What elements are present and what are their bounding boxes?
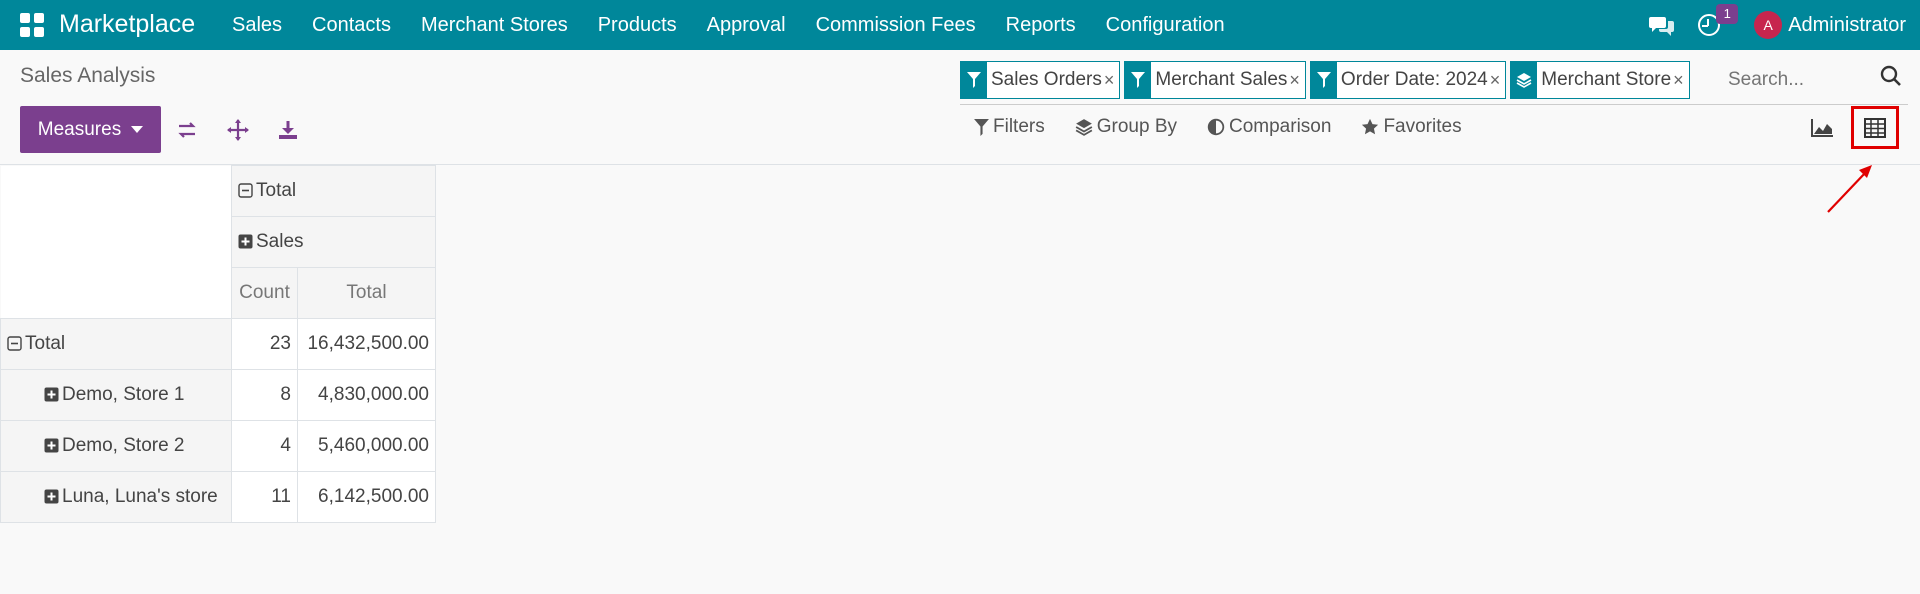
pivot-table: Total Sales Count Total Total 23 16,432,… <box>0 165 436 523</box>
search-icon[interactable] <box>1879 64 1903 88</box>
expand-icon <box>44 489 59 504</box>
user-menu[interactable]: Administrator <box>1788 14 1906 37</box>
facet-sales-orders[interactable]: Sales Orders × <box>960 61 1121 99</box>
activity-badge: 1 <box>1716 4 1739 24</box>
menu-item-approval[interactable]: Approval <box>707 14 786 37</box>
filter-icon <box>961 62 987 98</box>
cell-total[interactable]: 4,830,000.00 <box>297 369 436 421</box>
measure-header-total[interactable]: Total <box>297 267 436 319</box>
area-chart-icon <box>1811 119 1833 137</box>
facet-label: Sales Orders <box>991 69 1102 90</box>
col-header-label: Total <box>256 180 297 201</box>
pivot-row-header[interactable]: Demo, Store 2 <box>0 420 232 472</box>
menu-item-configuration[interactable]: Configuration <box>1106 14 1225 37</box>
chat-icon[interactable] <box>1648 14 1676 36</box>
main-menu: Sales Contacts Merchant Stores Products … <box>232 0 1255 50</box>
facet-merchant-store[interactable]: Merchant Store × <box>1510 61 1690 99</box>
measures-label: Measures <box>37 118 122 140</box>
caret-down-icon <box>131 126 144 133</box>
facet-merchant-sales[interactable]: Merchant Sales × <box>1124 61 1306 99</box>
pivot-row-header[interactable]: Luna, Luna's store <box>0 471 232 523</box>
layers-icon <box>1075 119 1093 136</box>
facet-remove-icon[interactable]: × <box>1490 62 1506 98</box>
filters-button[interactable]: Filters <box>974 116 1045 138</box>
facet-remove-icon[interactable]: × <box>1104 62 1120 98</box>
menu-item-products[interactable]: Products <box>598 14 677 37</box>
favorites-button[interactable]: Favorites <box>1361 116 1462 138</box>
facet-remove-icon[interactable]: × <box>1673 62 1689 98</box>
avatar[interactable]: A <box>1754 11 1783 39</box>
expand-all-icon[interactable] <box>226 118 250 142</box>
menu-item-commission-fees[interactable]: Commission Fees <box>816 14 976 37</box>
menu-item-merchant-stores[interactable]: Merchant Stores <box>421 14 568 37</box>
download-icon[interactable] <box>276 118 300 142</box>
pivot-col-header-total[interactable]: Total <box>231 165 436 217</box>
pivot-corner <box>0 165 232 319</box>
facet-label: Order Date: 2024 <box>1340 69 1488 90</box>
pivot-view-button[interactable] <box>1851 106 1899 149</box>
facet-order-date[interactable]: Order Date: 2024 × <box>1309 61 1507 99</box>
filter-icon <box>1310 62 1337 98</box>
search-facets: Sales Orders × Merchant Sales × Order Da… <box>960 61 1694 99</box>
facet-remove-icon[interactable]: × <box>1289 62 1305 98</box>
top-navbar: Marketplace Sales Contacts Merchant Stor… <box>0 0 1920 50</box>
cell-count[interactable]: 11 <box>231 471 298 523</box>
graph-view-button[interactable] <box>1802 110 1842 146</box>
facet-label: Merchant Store <box>1541 69 1672 90</box>
cell-count[interactable]: 4 <box>231 420 298 472</box>
facet-label: Merchant Sales <box>1155 69 1288 90</box>
comparison-label: Comparison <box>1229 116 1332 137</box>
groupby-button[interactable]: Group By <box>1075 116 1177 138</box>
table-icon <box>1864 117 1886 138</box>
app-brand[interactable]: Marketplace <box>59 10 195 39</box>
pivot-col-header-sales[interactable]: Sales <box>231 216 436 268</box>
cell-count[interactable]: 8 <box>231 369 298 421</box>
col-header-label: Sales <box>256 231 304 252</box>
layers-icon <box>1511 62 1538 98</box>
filter-icon <box>974 118 989 136</box>
menu-item-contacts[interactable]: Contacts <box>312 14 391 37</box>
menu-item-reports[interactable]: Reports <box>1006 14 1076 37</box>
cell-total[interactable]: 16,432,500.00 <box>297 318 436 370</box>
search-options: Filters Group By Comparison Favorites <box>974 116 1492 138</box>
measures-button[interactable]: Measures <box>20 106 161 153</box>
apps-menu-icon[interactable] <box>20 13 44 37</box>
navbar-systray: 1 A Administrator <box>1648 0 1906 50</box>
row-header-label: Demo, Store 1 <box>62 384 185 405</box>
pivot-row-header-total[interactable]: Total <box>0 318 232 370</box>
row-header-label: Total <box>25 333 66 354</box>
menu-item-sales[interactable]: Sales <box>232 14 282 37</box>
search-divider <box>960 104 1908 105</box>
cell-count[interactable]: 23 <box>231 318 298 370</box>
flip-axis-icon[interactable] <box>175 118 199 142</box>
table-row: Luna, Luna's store 11 6,142,500.00 <box>0 471 436 523</box>
comparison-button[interactable]: Comparison <box>1207 116 1331 138</box>
row-header-label: Luna, Luna's store <box>62 486 218 507</box>
filters-label: Filters <box>993 116 1045 137</box>
favorites-label: Favorites <box>1383 116 1462 137</box>
cell-total[interactable]: 5,460,000.00 <box>297 420 436 472</box>
activity-clock-icon[interactable]: 1 <box>1698 4 1739 38</box>
table-row: Demo, Store 2 4 5,460,000.00 <box>0 420 436 472</box>
control-panel: Sales Analysis Measures Sales Orders × M… <box>0 50 1920 165</box>
measure-header-count[interactable]: Count <box>231 267 298 319</box>
groupby-label: Group By <box>1096 116 1177 137</box>
page-title: Sales Analysis <box>20 64 156 87</box>
pivot-row-header[interactable]: Demo, Store 1 <box>0 369 232 421</box>
annotation-arrow-icon <box>1827 165 1872 213</box>
collapse-icon <box>7 336 22 351</box>
cell-total[interactable]: 6,142,500.00 <box>297 471 436 523</box>
adjust-icon <box>1207 118 1225 136</box>
star-icon <box>1362 118 1379 135</box>
search-input[interactable] <box>1728 64 1870 96</box>
table-row: Demo, Store 1 8 4,830,000.00 <box>0 369 436 421</box>
expand-icon <box>238 234 253 249</box>
filter-icon <box>1125 62 1152 98</box>
expand-icon <box>44 387 59 402</box>
row-header-label: Demo, Store 2 <box>62 435 185 456</box>
expand-icon <box>44 438 59 453</box>
collapse-icon <box>238 183 253 198</box>
